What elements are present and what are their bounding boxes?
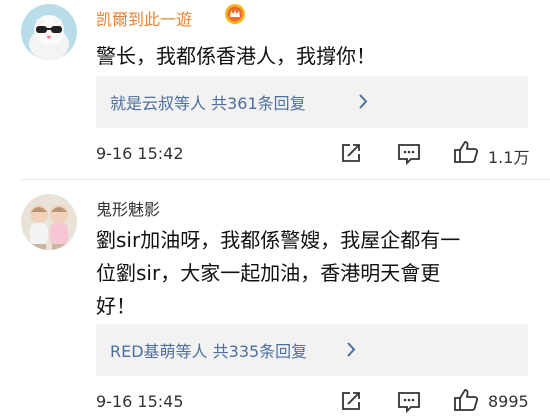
comment-text-line: 劉sir加油呀，我都係警嫂，我屋企都有一 — [96, 228, 461, 252]
thumbs-up-icon[interactable] — [453, 140, 479, 164]
username[interactable]: 凯爾到此一遊 — [96, 6, 192, 30]
thumbs-up-icon[interactable] — [453, 388, 479, 412]
reply-summary-text: 就是云叔等人 共361条回复 — [110, 94, 306, 113]
vip-crown-icon — [225, 4, 245, 24]
comment-item: 鬼形魅影 劉sir加油呀，我都係警嫂，我屋企都有一 位劉sir，大家一起加油，香… — [0, 180, 550, 420]
comment-text: 劉sir加油呀，我都係警嫂，我屋企都有一 位劉sir，大家一起加油，香港明天會更… — [96, 224, 528, 323]
comment-item: 凯爾到此一遊 警长，我都係香港人，我撐你！ 就是云叔等人 共361条回复 9-1… — [0, 0, 550, 180]
share-icon[interactable] — [340, 142, 362, 164]
comment-icon[interactable] — [397, 391, 421, 413]
avatar[interactable] — [21, 194, 77, 250]
comment-text-line: 位劉sir，大家一起加油，香港明天會更 — [96, 261, 441, 285]
timestamp: 9-16 15:45 — [96, 392, 184, 411]
reply-summary[interactable]: RED基萌等人 共335条回复 — [96, 324, 528, 376]
chevron-right-icon[interactable] — [346, 341, 356, 358]
comment-icon[interactable] — [397, 143, 421, 165]
comment-text: 警长，我都係香港人，我撐你！ — [96, 44, 376, 68]
comment-actions: 9-16 15:45 8995 — [0, 388, 550, 418]
reply-summary[interactable]: 就是云叔等人 共361条回复 — [96, 76, 528, 128]
timestamp: 9-16 15:42 — [96, 144, 184, 163]
reply-summary-text: RED基萌等人 共335条回复 — [110, 342, 308, 361]
like-count: 1.1万 — [488, 148, 530, 167]
chevron-right-icon — [359, 94, 368, 109]
babies-avatar-icon — [21, 194, 77, 250]
comment-text-line: 好！ — [96, 294, 136, 318]
share-icon[interactable] — [340, 390, 362, 412]
username[interactable]: 鬼形魅影 — [96, 196, 160, 220]
comment-actions: 9-16 15:42 1.1万 — [0, 140, 550, 170]
like-count: 8995 — [488, 392, 529, 411]
avatar[interactable] — [21, 4, 77, 60]
cat-avatar-icon — [21, 4, 77, 60]
